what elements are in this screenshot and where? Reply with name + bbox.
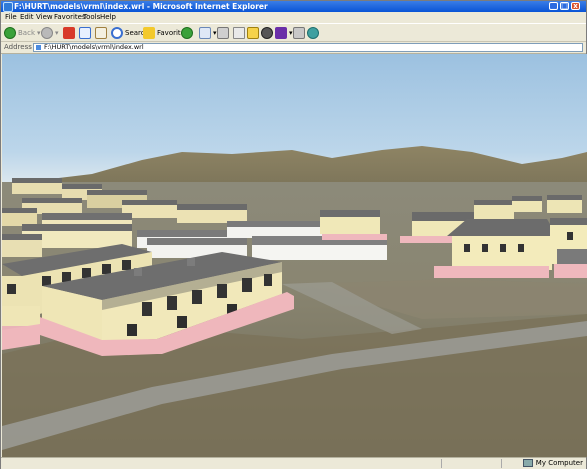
- messenger-button[interactable]: ▾: [275, 26, 293, 40]
- back-button[interactable]: Back ▾: [4, 26, 41, 40]
- address-value: F:\HURT\models\vrml\index.wrl: [44, 43, 144, 51]
- computer-icon: [522, 459, 533, 467]
- refresh-icon: [79, 27, 91, 39]
- close-button[interactable]: x: [571, 2, 580, 10]
- print-button[interactable]: [217, 26, 231, 40]
- address-input[interactable]: F:\HURT\models\vrml\index.wrl: [33, 43, 583, 52]
- vrml-viewport[interactable]: [2, 54, 587, 457]
- mail-button[interactable]: ▾: [199, 26, 217, 40]
- mail-dropdown-icon[interactable]: ▾: [213, 29, 217, 37]
- extra-button[interactable]: [307, 26, 321, 40]
- menu-file[interactable]: File: [5, 12, 17, 23]
- edit-button[interactable]: [233, 26, 247, 40]
- window-title: F:\HURT\models\vrml\index.wrl - Microsof…: [14, 2, 268, 11]
- maximize-button[interactable]: □: [560, 2, 569, 10]
- research-button[interactable]: [261, 26, 275, 40]
- page-icon: [36, 45, 41, 50]
- forward-button[interactable]: ▾: [41, 26, 59, 40]
- minimize-button[interactable]: _: [549, 2, 558, 10]
- menu-bar: File Edit View Favorites Tools Help: [1, 12, 586, 34]
- menu-view[interactable]: View: [36, 12, 53, 23]
- address-label: Address: [4, 43, 32, 51]
- menu-help[interactable]: Help: [100, 12, 116, 23]
- stop-icon: [63, 27, 75, 39]
- edit-icon: [233, 27, 245, 39]
- menu-favorites[interactable]: Favorites: [54, 12, 86, 23]
- history-button[interactable]: [181, 26, 195, 40]
- toolbar: Back ▾ ▾ Search Favorites ▾ ▾: [1, 23, 586, 42]
- status-bar: My Computer: [1, 457, 586, 469]
- research-icon: [261, 27, 273, 39]
- back-arrow-icon: [4, 27, 16, 39]
- security-zone-label: My Computer: [535, 459, 583, 467]
- ie-icon: [3, 2, 13, 12]
- forward-arrow-icon: [41, 27, 53, 39]
- security-zone: My Computer: [522, 459, 583, 467]
- home-button[interactable]: [95, 26, 109, 40]
- home-icon: [95, 27, 107, 39]
- browser-window: F:\HURT\models\vrml\index.wrl - Microsof…: [0, 0, 587, 469]
- search-icon: [111, 27, 123, 39]
- extra-icon: [307, 27, 319, 39]
- star-icon: [143, 27, 155, 39]
- vrml-scene[interactable]: [2, 54, 587, 457]
- back-dropdown-icon[interactable]: ▾: [37, 29, 41, 37]
- print-icon: [217, 27, 229, 39]
- mail-icon: [199, 27, 211, 39]
- discuss-button[interactable]: [247, 26, 261, 40]
- tools-icon: [293, 27, 305, 39]
- history-icon: [181, 27, 193, 39]
- yahoo-icon: [275, 27, 287, 39]
- refresh-button[interactable]: [79, 26, 93, 40]
- folder-icon: [247, 27, 259, 39]
- messenger-dropdown-icon[interactable]: ▾: [289, 29, 293, 37]
- address-bar: Address F:\HURT\models\vrml\index.wrl: [1, 42, 586, 54]
- title-bar[interactable]: F:\HURT\models\vrml\index.wrl - Microsof…: [1, 1, 586, 12]
- stop-button[interactable]: [63, 26, 77, 40]
- status-divider: [501, 459, 502, 468]
- forward-dropdown-icon[interactable]: ▾: [55, 29, 59, 37]
- tools-button[interactable]: [293, 26, 307, 40]
- menu-tools[interactable]: Tools: [83, 12, 100, 23]
- menu-edit[interactable]: Edit: [20, 12, 34, 23]
- status-divider: [441, 459, 442, 468]
